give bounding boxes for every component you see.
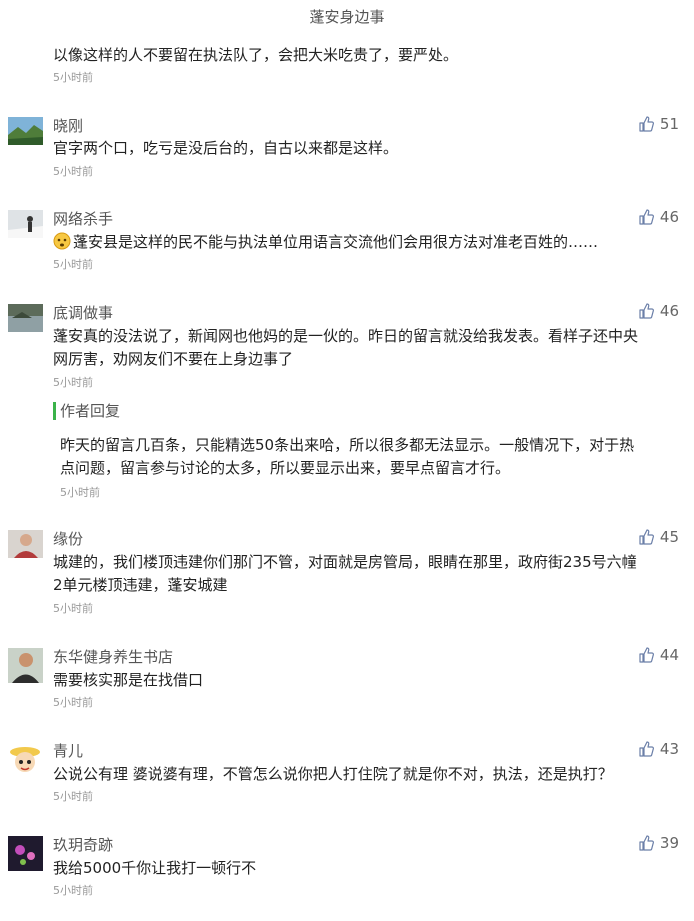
- author-reply-time: 5小时前: [60, 486, 100, 499]
- worried-face-emoji-icon: [53, 232, 71, 250]
- like-button[interactable]: 46: [638, 208, 679, 226]
- thumb-up-icon: [639, 303, 654, 319]
- thumb-up-icon: [639, 529, 654, 545]
- author-reply-text-line-2: 点问题，留言参与讨论的太多，所以要显示出来，要早点留言才行。: [60, 459, 511, 477]
- author-reply-text-line-1: 昨天的留言几百条，只能精选50条出来哈，所以很多都无法显示。一般情况下，对于热: [60, 436, 635, 454]
- comment-nickname[interactable]: 缘份: [53, 528, 83, 549]
- comment-text-line-1: 城建的，我们楼顶违建你们那门不管，对面就是房管局，眼睛在那里，政府街235号六幢: [53, 553, 637, 571]
- comment-time: 5小时前: [53, 376, 93, 389]
- comment-text-line-1: 蓬安真的没法说了，新闻网也他妈的是一伙的。昨日的留言就没给我发表。看样子还中央: [53, 327, 639, 345]
- comment-text-line-2: 2单元楼顶违建，蓬安城建: [53, 576, 228, 594]
- comment-time: 5小时前: [53, 71, 93, 84]
- man-portrait-avatar-icon[interactable]: [8, 648, 43, 683]
- like-button[interactable]: 45: [638, 528, 679, 546]
- comment-text: 蓬安县是这样的民不能与执法单位用语言交流他们会用很方法对准老百姓的……: [73, 233, 599, 251]
- like-button[interactable]: 39: [638, 834, 679, 852]
- comment-text: 以像这样的人不要留在执法队了，会把大米吃贵了，要严处。: [53, 46, 459, 64]
- comment-nickname[interactable]: 网络杀手: [53, 208, 113, 229]
- comment-time: 5小时前: [53, 790, 93, 803]
- comment-nickname[interactable]: 底调做事: [53, 302, 113, 323]
- like-count: 39: [659, 834, 679, 852]
- snow-figure-avatar-icon[interactable]: [8, 210, 43, 238]
- comment-time: 5小时前: [53, 696, 93, 709]
- comment-text: 公说公有理 婆说婆有理，不管怎么说你把人打住院了就是你不对，执法，还是执打？: [53, 765, 613, 783]
- like-count: 44: [659, 646, 679, 664]
- like-count: 51: [659, 115, 679, 133]
- comment-text: 官字两个口，吃亏是没后台的，自古以来都是这样。: [53, 139, 399, 157]
- thumb-up-icon: [639, 209, 654, 225]
- comment-text: 需要核实那是在找借口: [53, 671, 204, 689]
- like-button[interactable]: 51: [638, 115, 679, 133]
- comment-nickname[interactable]: 青儿: [53, 740, 83, 761]
- comment-text-row: 蓬安县是这样的民不能与执法单位用语言交流他们会用很方法对准老百姓的……: [53, 231, 683, 253]
- like-button[interactable]: 46: [638, 302, 679, 320]
- like-button[interactable]: 44: [638, 646, 679, 664]
- flower-avatar-icon[interactable]: [8, 836, 43, 871]
- like-button[interactable]: 43: [638, 740, 679, 758]
- portrait-avatar-icon[interactable]: [8, 530, 43, 558]
- landscape-avatar-icon[interactable]: [8, 117, 43, 145]
- like-count: 46: [659, 302, 679, 320]
- page-title: 蓬安身边事: [309, 8, 385, 26]
- like-count: 46: [659, 208, 679, 226]
- comment-time: 5小时前: [53, 258, 93, 271]
- thumb-up-icon: [639, 741, 654, 757]
- comment-nickname[interactable]: 东华健身养生书店: [53, 646, 173, 667]
- comment-time: 5小时前: [53, 884, 93, 897]
- like-count: 45: [659, 528, 679, 546]
- comment-time: 5小时前: [53, 602, 93, 615]
- comment-text: 我给5000千你让我打一顿行不: [53, 859, 257, 877]
- cartoon-avatar-icon[interactable]: [8, 742, 43, 777]
- comment-text-line-2: 网厉害，劝网友们不要在上身边事了: [53, 350, 294, 368]
- thumb-up-icon: [639, 647, 654, 663]
- comment-nickname[interactable]: 玖玥奇跡: [53, 834, 113, 855]
- lake-avatar-icon[interactable]: [8, 304, 43, 332]
- comment-nickname[interactable]: 晓刚: [53, 115, 83, 136]
- comment-time: 5小时前: [53, 165, 93, 178]
- author-reply-label: 作者回复: [53, 402, 120, 420]
- like-count: 43: [659, 740, 679, 758]
- thumb-up-icon: [639, 116, 654, 132]
- thumb-up-icon: [639, 835, 654, 851]
